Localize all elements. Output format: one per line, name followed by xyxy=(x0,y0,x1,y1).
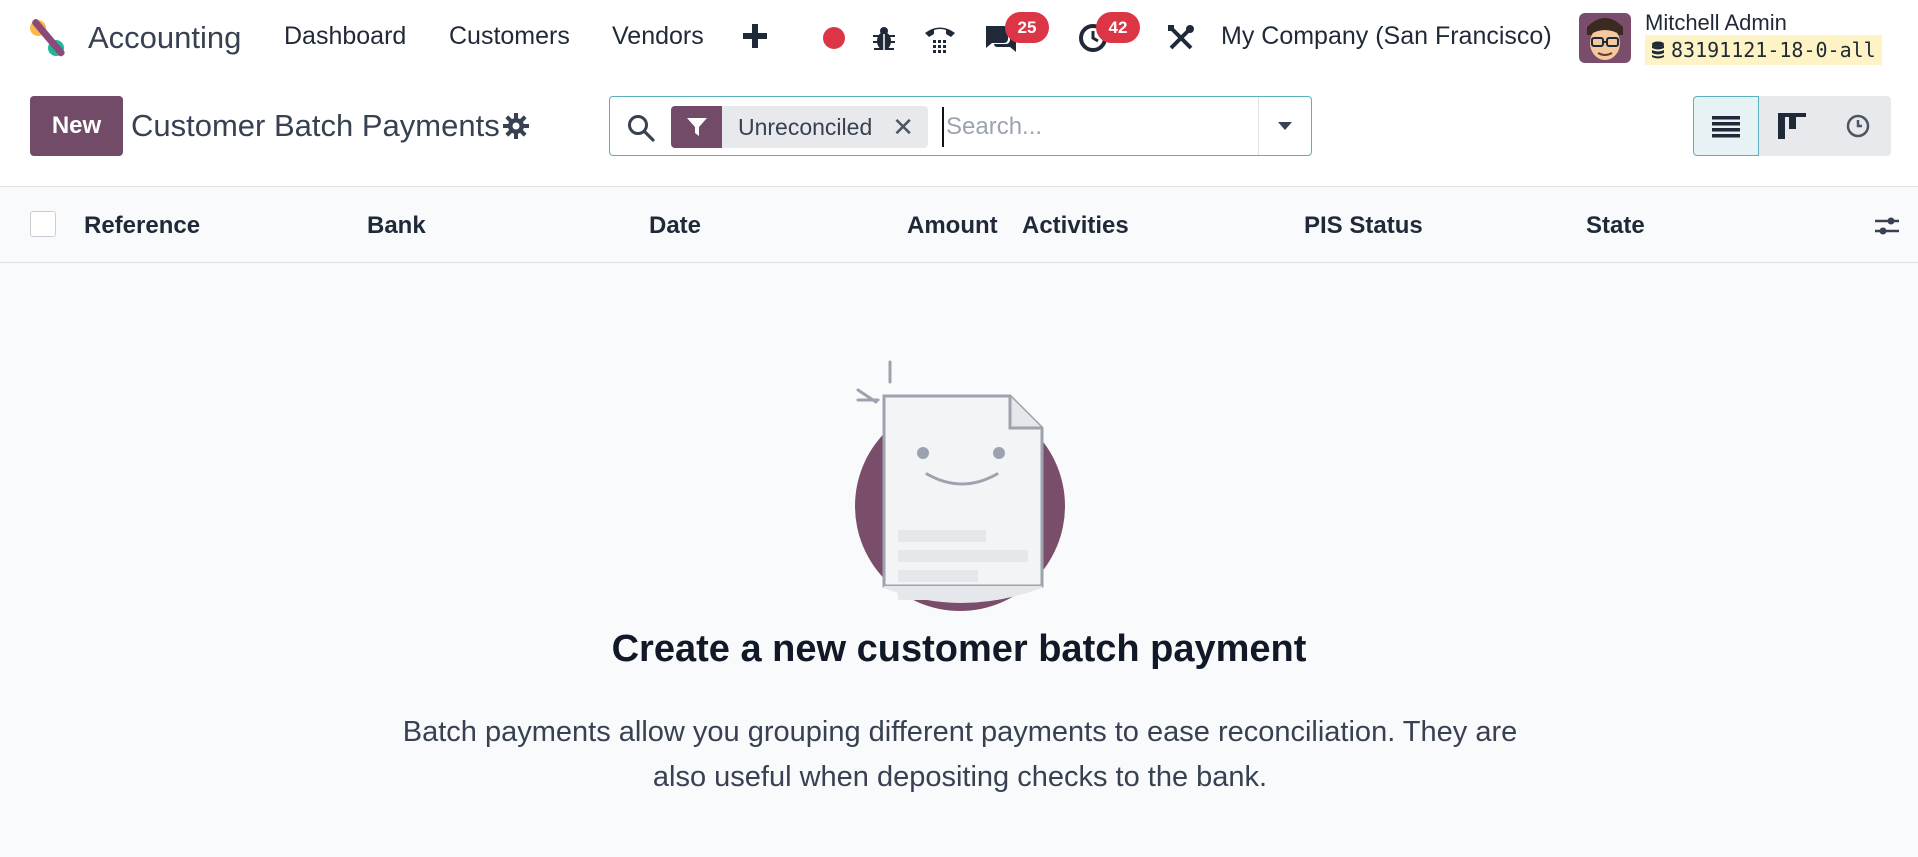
tools-icon[interactable] xyxy=(1166,18,1196,58)
column-state[interactable]: State xyxy=(1586,212,1645,240)
column-bank[interactable]: Bank xyxy=(367,212,426,240)
messages-badge: 25 xyxy=(1005,12,1049,43)
database-name: 83191121-18-0-all xyxy=(1671,38,1876,62)
page-title: Customer Batch Payments xyxy=(131,108,500,143)
search-input[interactable] xyxy=(942,107,1242,147)
facet-label: Unreconciled xyxy=(738,113,873,140)
menu-vendors[interactable]: Vendors xyxy=(612,22,704,51)
plus-icon[interactable] xyxy=(740,18,770,54)
record-icon[interactable] xyxy=(822,18,846,58)
database-icon xyxy=(1652,41,1664,59)
bug-icon[interactable] xyxy=(870,18,898,58)
search-icon[interactable] xyxy=(627,114,655,142)
database-tag: 83191121-18-0-all xyxy=(1645,35,1882,65)
close-icon[interactable]: ✕ xyxy=(892,112,914,143)
filter-facet: Unreconciled ✕ xyxy=(671,106,929,148)
select-all-checkbox[interactable] xyxy=(30,211,56,237)
column-reference[interactable]: Reference xyxy=(84,212,200,240)
app-name[interactable]: Accounting xyxy=(88,20,241,56)
control-panel: New Customer Batch Payments Unreconciled… xyxy=(0,78,1918,187)
phone-icon[interactable] xyxy=(922,18,958,58)
column-activities[interactable]: Activities xyxy=(1022,212,1129,240)
menu-dashboard[interactable]: Dashboard xyxy=(284,22,406,51)
search-box: Unreconciled ✕ xyxy=(609,96,1312,156)
list-icon xyxy=(1712,116,1740,138)
search-options-toggle[interactable] xyxy=(1258,97,1311,155)
app-logo[interactable] xyxy=(28,18,68,58)
optional-columns-icon[interactable] xyxy=(1873,212,1901,240)
activity-view-button[interactable] xyxy=(1825,96,1891,156)
gear-icon[interactable] xyxy=(503,113,529,139)
top-navbar: Accounting Dashboard Customers Vendors 2… xyxy=(0,0,1918,78)
kanban-view-button[interactable] xyxy=(1759,96,1825,156)
empty-document-illustration xyxy=(855,360,1065,611)
menu-customers[interactable]: Customers xyxy=(449,22,570,51)
column-pis-status[interactable]: PIS Status xyxy=(1304,212,1423,240)
empty-state-text: Batch payments allow you grouping differ… xyxy=(402,716,1518,793)
filter-icon xyxy=(671,106,722,148)
list-view-button[interactable] xyxy=(1693,96,1759,156)
empty-state-title: Create a new customer batch payment xyxy=(611,628,1307,670)
view-switcher xyxy=(1693,96,1891,156)
avatar[interactable] xyxy=(1579,13,1631,63)
activities-badge: 42 xyxy=(1096,12,1140,43)
new-button[interactable]: New xyxy=(30,96,123,156)
caret-down-icon xyxy=(1278,122,1292,130)
company-switcher[interactable]: My Company (San Francisco) xyxy=(1221,22,1552,51)
clock-icon xyxy=(1846,114,1870,138)
column-date[interactable]: Date xyxy=(649,212,701,240)
column-amount[interactable]: Amount xyxy=(907,212,998,240)
list-header: Reference Bank Date Amount Activities PI… xyxy=(0,188,1918,263)
facet-value: Unreconciled ✕ xyxy=(722,106,929,148)
user-name[interactable]: Mitchell Admin xyxy=(1645,10,1787,36)
kanban-icon xyxy=(1778,113,1806,139)
